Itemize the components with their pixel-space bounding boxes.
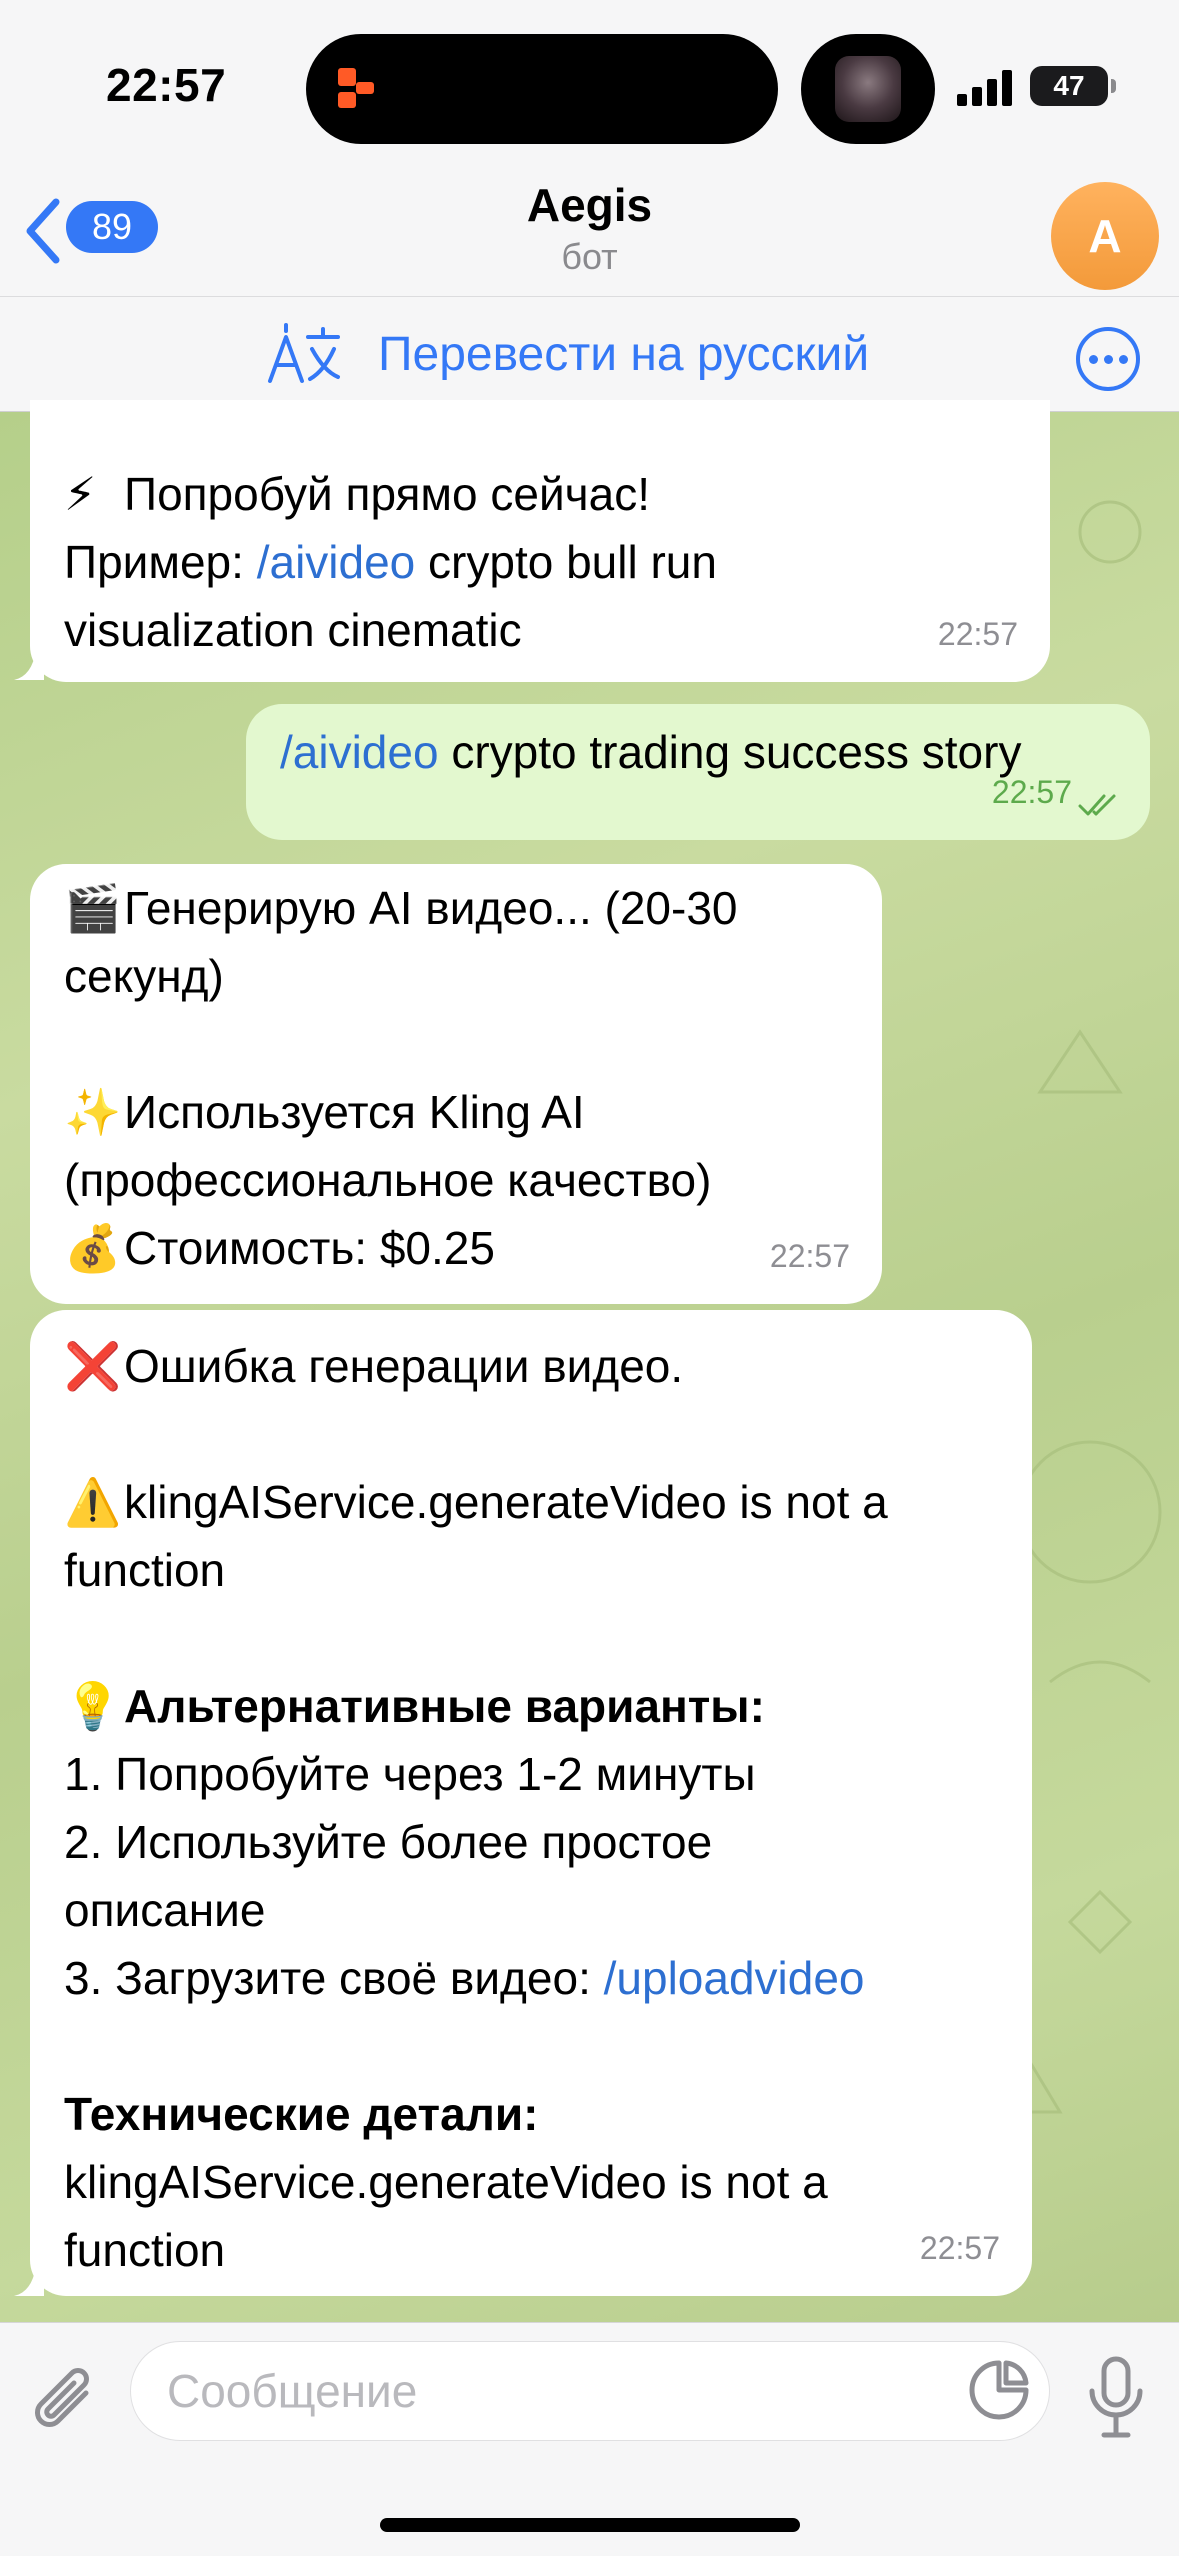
message-time: 22:57 [769,1238,850,1274]
status-time: 22:57 [106,59,227,111]
more-icon[interactable] [1076,327,1140,391]
message-line: ⚡ Попробуй прямо сейчас! [64,460,1016,528]
message-line: секунд) [64,950,224,1002]
album-art-thumbnail [835,56,901,122]
cross-mark-emoji: ❌ [64,1340,122,1392]
live-activity-icon [338,68,374,108]
battery-indicator: 47 [1030,66,1116,106]
message-line: 3. Загрузите своё видео: /uploadvideo [64,1952,865,2004]
read-checkmarks-icon [1078,794,1116,816]
message-line: (профессиональное качество) [64,1154,712,1206]
message-bubble-outgoing[interactable]: /aivideo crypto trading success story 22… [246,704,1150,840]
microphone-icon[interactable] [1084,2355,1148,2439]
lightning-emoji: ⚡ [64,468,97,520]
message-line: ✨Используется Kling AI [64,1078,848,1146]
command-link[interactable]: /aivideo [280,726,439,778]
translate-button[interactable]: Перевести на русский [378,327,869,382]
sparkles-emoji: ✨ [64,1086,122,1138]
message-line: Пример: /aivideo crypto bull run [64,536,717,588]
message-line: 1. Попробуйте через 1-2 минуты [64,1748,756,1800]
chat-header: 89 Aegis бот A [0,160,1179,296]
translate-bar: Перевести на русский [0,296,1179,412]
now-playing-island [801,34,935,144]
message-line: /aivideo crypto trading success story [280,726,1022,778]
sticker-icon[interactable] [966,2357,1032,2423]
message-line: klingAIService.generateVideo is not a [64,2156,828,2208]
money-bag-emoji: 💰 [64,1222,122,1274]
cellular-signal-icon [957,70,1012,106]
paperclip-icon[interactable] [32,2363,100,2443]
message-line: 💡Альтернативные варианты: [64,1672,998,1740]
message-line: function [64,1544,226,1596]
status-bar: 22:57 47 [0,0,1179,160]
message-line: Технические детали: [64,2088,539,2140]
translate-icon[interactable] [266,323,342,387]
message-time: 22:57 [991,774,1072,810]
message-time: 22:57 [919,2230,1000,2266]
message-line: 🎬Генерирую AI видео... (20-30 [64,874,848,942]
message-line: 2. Используйте более простое [64,1816,713,1868]
message-input[interactable]: Сообщение [130,2341,1050,2441]
dynamic-island [306,34,778,144]
light-bulb-emoji: 💡 [64,1680,122,1732]
bubble-tail [14,2266,44,2296]
warning-emoji: ⚠️ [64,1476,122,1528]
message-line: ⚠️klingAIService.generateVideo is not a [64,1468,998,1536]
message-line: function [64,2224,226,2276]
bubble-tail [14,650,44,680]
message-time: 22:57 [937,616,1018,652]
home-indicator [380,2518,800,2532]
message-line: описание [64,1884,266,1936]
avatar[interactable]: A [1051,182,1159,290]
message-line: ❌Ошибка генерации видео. [64,1332,998,1400]
command-link[interactable]: /uploadvideo [604,1952,865,2004]
chat-title[interactable]: Aegis [0,178,1179,232]
message-bubble-incoming[interactable]: ❌Ошибка генерации видео. ⚠️klingAIServic… [30,1310,1032,2296]
command-link[interactable]: /aivideo [257,536,416,588]
message-bubble-incoming[interactable]: ⚡ Попробуй прямо сейчас! Пример: /aivideo… [30,400,1050,682]
message-bubble-incoming[interactable]: 🎬Генерирую AI видео... (20-30 секунд) ✨И… [30,864,882,1304]
message-line: visualization cinematic [64,604,522,656]
clapper-emoji: 🎬 [64,882,122,934]
chat-subtitle: бот [561,236,618,277]
message-line: 💰Стоимость: $0.25 [64,1214,848,1282]
